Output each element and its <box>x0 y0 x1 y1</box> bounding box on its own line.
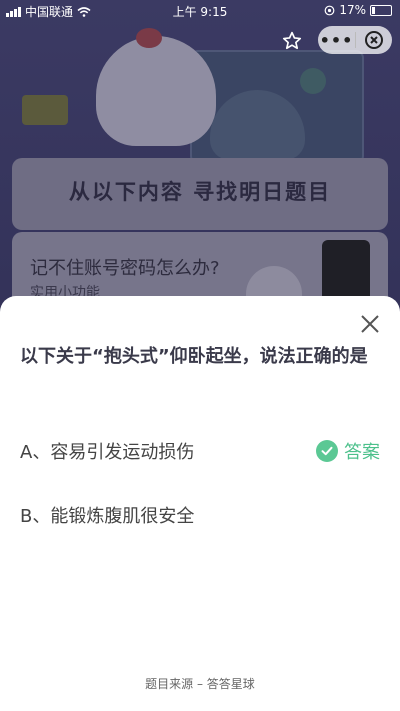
more-button[interactable]: ••• <box>318 31 355 50</box>
location-lock-icon <box>324 5 335 15</box>
headline-text: 从以下内容 寻找明日题目 <box>68 180 332 204</box>
status-right: 17% <box>324 3 392 17</box>
source-footer: 题目来源 – 答答星球 <box>145 677 255 691</box>
medal-illustration <box>22 95 68 125</box>
battery-icon <box>370 4 392 16</box>
sheet-close-button[interactable] <box>356 310 384 338</box>
close-icon <box>361 315 379 333</box>
question-sheet: 以下关于“抱头式”仰卧起坐，说法正确的是 A、容易引发运动损伤 答案 B、能锻炼… <box>0 296 400 711</box>
star-icon <box>282 31 302 50</box>
favorite-button[interactable] <box>274 28 310 54</box>
planet-illustration <box>300 68 326 94</box>
capsule-menu: ••• <box>318 26 392 54</box>
chicken-mascot <box>96 28 216 146</box>
question-text: 以下关于“抱头式”仰卧起坐，说法正确的是 <box>20 346 368 367</box>
close-circle-icon <box>365 31 383 49</box>
answer-label: 答案 <box>344 442 380 463</box>
answer-tag: 答案 <box>316 435 380 467</box>
tip-card-title: 记不住账号密码怎么办? <box>30 258 220 279</box>
exit-button[interactable] <box>356 30 392 50</box>
battery-percent: 17% <box>339 3 366 17</box>
option-b[interactable]: B、能锻炼腹肌很安全 <box>20 499 380 531</box>
check-icon <box>316 440 338 462</box>
status-bar: 中国联通 上午 9:15 17% <box>0 0 400 20</box>
